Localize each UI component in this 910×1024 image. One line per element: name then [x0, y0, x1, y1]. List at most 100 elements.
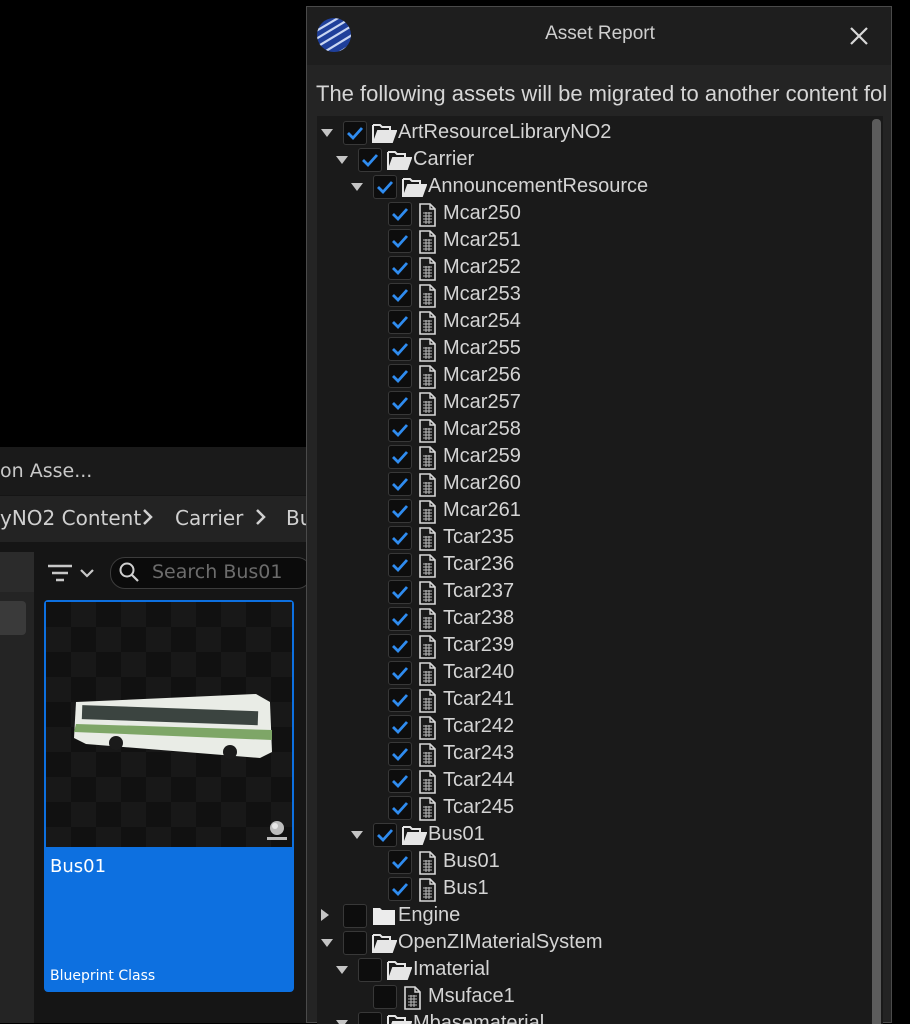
expand-arrow-down-icon[interactable] — [336, 1020, 348, 1024]
tree-row[interactable]: Tcar243 — [317, 741, 857, 768]
tree-item-label: Tcar245 — [443, 796, 515, 818]
tree-row[interactable]: Tcar239 — [317, 633, 857, 660]
search-input[interactable]: Search Bus01 — [110, 557, 312, 589]
tree-row[interactable]: Bus1 — [317, 876, 857, 903]
tree-checkbox[interactable] — [388, 256, 412, 280]
tree-row[interactable]: Mcar251 — [317, 228, 857, 255]
tree-checkbox[interactable] — [358, 1012, 382, 1024]
tree-row[interactable]: Mbasematerial — [317, 1011, 857, 1024]
tree-checkbox[interactable] — [388, 742, 412, 766]
tree-checkbox[interactable] — [358, 148, 382, 172]
tree-row[interactable]: Msuface1 — [317, 984, 857, 1011]
close-icon[interactable] — [848, 25, 870, 47]
file-icon — [416, 500, 442, 524]
tree-row[interactable]: Mcar254 — [317, 309, 857, 336]
tree-checkbox[interactable] — [388, 769, 412, 793]
tree-row[interactable]: Mcar255 — [317, 336, 857, 363]
tree-checkbox[interactable] — [388, 715, 412, 739]
tree-item-label: Tcar235 — [443, 526, 515, 548]
tree-checkbox[interactable] — [388, 877, 412, 901]
expand-arrow-down-icon[interactable] — [321, 939, 333, 947]
tree-row[interactable]: Mcar261 — [317, 498, 857, 525]
tree-item-label: Mcar259 — [443, 445, 521, 467]
dialog-message: The following assets will be migrated to… — [316, 81, 886, 106]
sources-panel-header — [0, 552, 34, 592]
tree-checkbox[interactable] — [388, 202, 412, 226]
tree-row[interactable]: Mcar257 — [317, 390, 857, 417]
tree-checkbox[interactable] — [388, 526, 412, 550]
filter-button[interactable] — [46, 560, 96, 586]
tree-checkbox[interactable] — [343, 904, 367, 928]
tree-checkbox[interactable] — [388, 499, 412, 523]
tree-checkbox[interactable] — [388, 418, 412, 442]
expand-arrow-down-icon[interactable] — [351, 183, 363, 191]
file-icon — [416, 284, 442, 308]
tree-row[interactable]: Mcar260 — [317, 471, 857, 498]
expand-arrow-down-icon[interactable] — [336, 966, 348, 974]
tree-checkbox[interactable] — [388, 283, 412, 307]
tree-row[interactable]: Tcar235 — [317, 525, 857, 552]
asset-tile-bus01[interactable]: Bus01 Blueprint Class — [44, 600, 294, 992]
tree-row[interactable]: Tcar244 — [317, 768, 857, 795]
tree-checkbox[interactable] — [388, 310, 412, 334]
tree-checkbox[interactable] — [388, 661, 412, 685]
folder-open-icon — [386, 959, 413, 981]
file-icon — [416, 446, 442, 470]
tree-row[interactable]: Tcar240 — [317, 660, 857, 687]
tree-item-label: Tcar240 — [443, 661, 515, 683]
tree-row[interactable]: Mcar253 — [317, 282, 857, 309]
tree-checkbox[interactable] — [373, 175, 397, 199]
tree-row[interactable]: Mcar258 — [317, 417, 857, 444]
tree-checkbox[interactable] — [388, 634, 412, 658]
tree-row[interactable]: Mcar250 — [317, 201, 857, 228]
tree-row[interactable]: Tcar236 — [317, 552, 857, 579]
tree-row[interactable]: Bus01 — [317, 849, 857, 876]
tree-item-label: Bus01 — [428, 823, 485, 845]
tree-row[interactable]: Tcar241 — [317, 687, 857, 714]
tree-checkbox[interactable] — [343, 121, 367, 145]
tree-checkbox[interactable] — [388, 607, 412, 631]
tree-checkbox[interactable] — [388, 391, 412, 415]
tree-item-label: Bus01 — [443, 850, 500, 872]
tree-scrollbar[interactable] — [872, 119, 881, 1024]
tree-checkbox[interactable] — [343, 931, 367, 955]
tree-row[interactable]: Imaterial — [317, 957, 857, 984]
tree-row[interactable]: Engine — [317, 903, 857, 930]
tree-item-label: Tcar237 — [443, 580, 515, 602]
tree-row[interactable]: Tcar237 — [317, 579, 857, 606]
tree-checkbox[interactable] — [388, 580, 412, 604]
tree-row[interactable]: OpenZIMaterialSystem — [317, 930, 857, 957]
tree-checkbox[interactable] — [388, 850, 412, 874]
file-icon — [416, 716, 442, 740]
tree-checkbox[interactable] — [388, 364, 412, 388]
tree-checkbox[interactable] — [373, 985, 397, 1009]
tree-row[interactable]: Carrier — [317, 147, 857, 174]
tree-item-label: Mcar252 — [443, 256, 521, 278]
tree-checkbox[interactable] — [388, 445, 412, 469]
tree-checkbox[interactable] — [388, 229, 412, 253]
tree-checkbox[interactable] — [388, 553, 412, 577]
tree-checkbox[interactable] — [388, 337, 412, 361]
tree-checkbox[interactable] — [388, 796, 412, 820]
tree-row[interactable]: AnnouncementResource — [317, 174, 857, 201]
sources-panel-selected-item[interactable] — [0, 601, 26, 635]
expand-arrow-down-icon[interactable] — [336, 156, 348, 164]
expand-arrow-down-icon[interactable] — [321, 129, 333, 137]
expand-arrow-down-icon[interactable] — [351, 831, 363, 839]
breadcrumb-item-carrier[interactable]: Carrier — [175, 506, 243, 530]
tree-checkbox[interactable] — [388, 688, 412, 712]
breadcrumb-item-content[interactable]: yNO2 Content — [0, 506, 141, 530]
tree-row[interactable]: ArtResourceLibraryNO2 — [317, 120, 857, 147]
tree-row[interactable]: Mcar259 — [317, 444, 857, 471]
tree-row[interactable]: Tcar238 — [317, 606, 857, 633]
folder-closed-icon — [371, 905, 397, 927]
tree-checkbox[interactable] — [388, 472, 412, 496]
tree-checkbox[interactable] — [373, 823, 397, 847]
tree-row[interactable]: Bus01 — [317, 822, 857, 849]
tree-row[interactable]: Tcar242 — [317, 714, 857, 741]
tree-checkbox[interactable] — [358, 958, 382, 982]
tree-row[interactable]: Tcar245 — [317, 795, 857, 822]
tree-row[interactable]: Mcar252 — [317, 255, 857, 282]
expand-arrow-right-icon[interactable] — [321, 909, 329, 921]
tree-row[interactable]: Mcar256 — [317, 363, 857, 390]
